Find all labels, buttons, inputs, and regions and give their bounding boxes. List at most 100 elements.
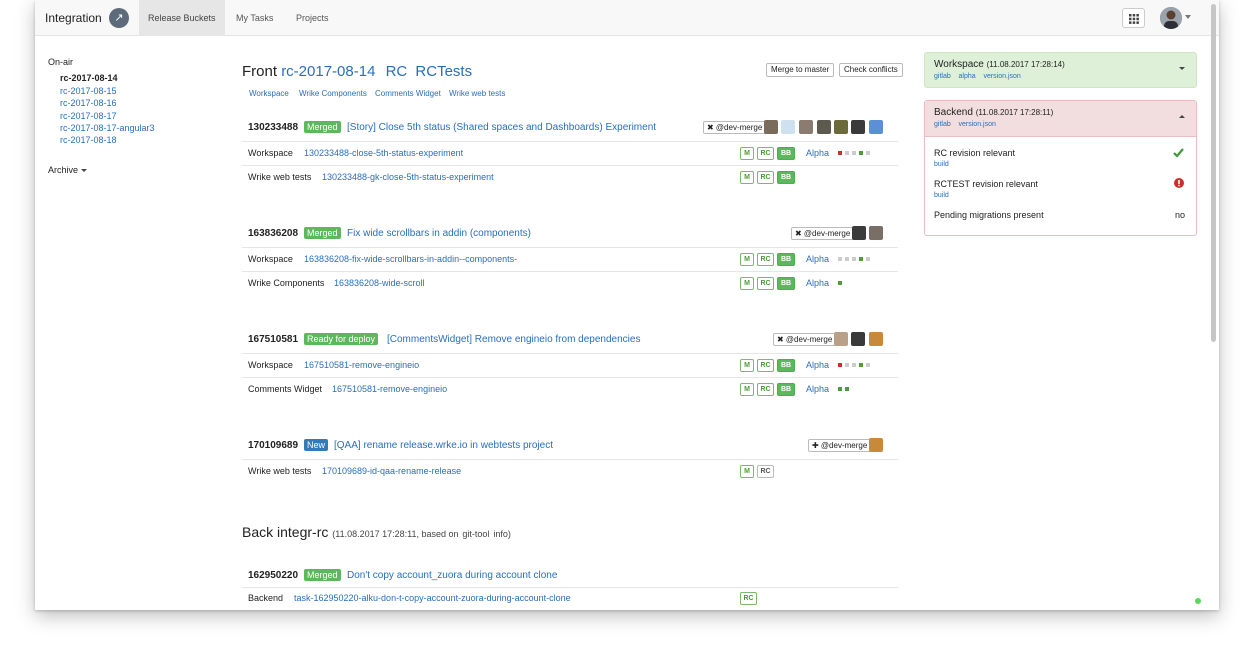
repo-label: Wrike web tests: [248, 466, 312, 476]
avatar[interactable]: [817, 120, 831, 134]
dev-merge-button[interactable]: ✖ @dev-merge: [773, 333, 837, 346]
avatar[interactable]: [869, 120, 883, 134]
tab-projects[interactable]: Projects: [287, 0, 338, 36]
rocket-icon[interactable]: ↗: [109, 8, 129, 28]
branch-link[interactable]: 130233488-close-5th-status-experiment: [304, 148, 463, 158]
chip-bb[interactable]: BB: [777, 147, 795, 160]
branch-link[interactable]: task-162950220-alku-don-t-copy-account-z…: [294, 593, 571, 603]
sidebar-item-rc[interactable]: rc-2017-08-18: [60, 135, 117, 145]
branch-link[interactable]: 130233488-gk-close-5th-status-experiment: [322, 172, 494, 182]
chip-m[interactable]: M: [740, 171, 754, 184]
avatar[interactable]: [799, 120, 813, 134]
branch-link[interactable]: 163836208-fix-wide-scrollbars-in-addin--…: [304, 254, 517, 264]
chip-m[interactable]: M: [740, 465, 754, 478]
chip-rc[interactable]: RC: [757, 359, 774, 372]
chip-rc[interactable]: RC: [757, 277, 774, 290]
chip-rc[interactable]: RC: [740, 592, 757, 605]
build-status-dot: [852, 363, 856, 367]
sidebar-item-rc[interactable]: rc-2017-08-15: [60, 86, 117, 96]
sidebar-item-rc[interactable]: rc-2017-08-17: [60, 111, 117, 121]
avatar[interactable]: [764, 120, 778, 134]
task-id: 130233488: [248, 122, 299, 133]
alpha-link[interactable]: Alpha: [806, 360, 829, 370]
task-title-link[interactable]: [CommentsWidget] Remove engineio from de…: [387, 334, 640, 345]
vertical-scrollbar[interactable]: [1211, 4, 1216, 342]
git-tool-link[interactable]: git-tool: [462, 529, 489, 539]
check-conflicts-button[interactable]: Check conflicts: [839, 63, 903, 77]
rc-link[interactable]: RC: [386, 63, 408, 80]
alpha-link[interactable]: Alpha: [806, 254, 829, 264]
user-avatar[interactable]: [1160, 7, 1182, 29]
chip-rc[interactable]: RC: [757, 383, 774, 396]
chip-bb[interactable]: BB: [777, 277, 795, 290]
alpha-link[interactable]: Alpha: [806, 148, 829, 158]
dev-merge-button[interactable]: ✖ @dev-merge: [791, 227, 855, 240]
chip-rc[interactable]: RC: [757, 171, 774, 184]
chevron-down-icon[interactable]: [1179, 67, 1185, 70]
avatar[interactable]: [781, 120, 795, 134]
chip-rc[interactable]: RC: [757, 253, 774, 266]
workspace-panel[interactable]: Workspace (11.08.2017 17:28:14) gitlab a…: [924, 52, 1197, 88]
build-status-dot: [845, 257, 849, 261]
brand-title[interactable]: Integration: [45, 11, 102, 25]
avatar[interactable]: [869, 226, 883, 240]
chip-m[interactable]: M: [740, 147, 754, 160]
avatar[interactable]: [851, 120, 865, 134]
task-title-link[interactable]: Don't copy account_zuora during account …: [347, 570, 557, 581]
backend-panel-header[interactable]: Backend (11.08.2017 17:28:11) gitlab ver…: [925, 101, 1196, 137]
sidebar-archive-dropdown[interactable]: Archive: [48, 165, 88, 175]
avatar[interactable]: [869, 438, 883, 452]
front-rc-link[interactable]: rc-2017-08-14: [281, 63, 375, 80]
chip-bb[interactable]: BB: [777, 253, 795, 266]
branch-link[interactable]: 170109689-id-qaa-rename-release: [322, 466, 461, 476]
subnav-workspace[interactable]: Workspace: [249, 89, 289, 98]
task-title-link[interactable]: [Story] Close 5th status (Shared spaces …: [347, 122, 656, 133]
tab-my-tasks[interactable]: My Tasks: [227, 0, 282, 36]
chip-rc[interactable]: RC: [757, 147, 774, 160]
avatar[interactable]: [869, 332, 883, 346]
avatar[interactable]: [851, 332, 865, 346]
sidebar-item-rc[interactable]: rc-2017-08-16: [60, 98, 117, 108]
dev-merge-button[interactable]: ✚ @dev-merge: [808, 439, 872, 452]
avatar[interactable]: [834, 120, 848, 134]
task-title-link[interactable]: [QAA] rename release.wrke.io in webtests…: [334, 440, 553, 451]
gitlab-link[interactable]: gitlab: [934, 121, 951, 128]
user-menu-caret-icon[interactable]: [1185, 15, 1191, 19]
build-link[interactable]: build: [934, 192, 949, 199]
rctests-link[interactable]: RCTests: [415, 63, 472, 80]
avatar[interactable]: [834, 332, 848, 346]
alpha-link[interactable]: Alpha: [806, 384, 829, 394]
chip-bb[interactable]: BB: [777, 171, 795, 184]
dev-merge-button[interactable]: ✖ @dev-merge: [703, 121, 767, 134]
alpha-link[interactable]: Alpha: [806, 278, 829, 288]
subnav-comments-widget[interactable]: Comments Widget: [375, 89, 441, 98]
apps-button[interactable]: [1122, 8, 1145, 28]
status-badge: Merged: [304, 121, 341, 133]
branch-link[interactable]: 163836208-wide-scroll: [334, 278, 425, 288]
row-divider: [242, 459, 898, 460]
chip-m[interactable]: M: [740, 383, 754, 396]
chip-bb[interactable]: BB: [777, 383, 795, 396]
subnav-wrike-components[interactable]: Wrike Components: [299, 89, 367, 98]
merge-to-master-button[interactable]: Merge to master: [766, 63, 835, 77]
sidebar-item-current-rc[interactable]: rc-2017-08-14: [60, 73, 118, 83]
gitlab-link[interactable]: gitlab: [934, 73, 951, 80]
subnav-wrike-web-tests[interactable]: Wrike web tests: [449, 89, 505, 98]
chip-m[interactable]: M: [740, 277, 754, 290]
alpha-link[interactable]: alpha: [959, 73, 976, 80]
build-link[interactable]: build: [934, 161, 949, 168]
chip-rc[interactable]: RC: [757, 465, 774, 478]
chip-bb[interactable]: BB: [777, 359, 795, 372]
tab-release-buckets[interactable]: Release Buckets: [139, 0, 225, 36]
version-json-link[interactable]: version.json: [959, 121, 996, 128]
version-json-link[interactable]: version.json: [983, 73, 1020, 80]
branch-link[interactable]: 167510581-remove-engineio: [304, 360, 419, 370]
sidebar-item-rc[interactable]: rc-2017-08-17-angular3: [60, 123, 155, 133]
chip-m[interactable]: M: [740, 253, 754, 266]
chevron-up-icon[interactable]: [1179, 115, 1185, 118]
build-status-dot: [852, 151, 856, 155]
task-title-link[interactable]: Fix wide scrollbars in addin (components…: [347, 228, 531, 239]
avatar[interactable]: [852, 226, 866, 240]
chip-m[interactable]: M: [740, 359, 754, 372]
branch-link[interactable]: 167510581-remove-engineio: [332, 384, 447, 394]
